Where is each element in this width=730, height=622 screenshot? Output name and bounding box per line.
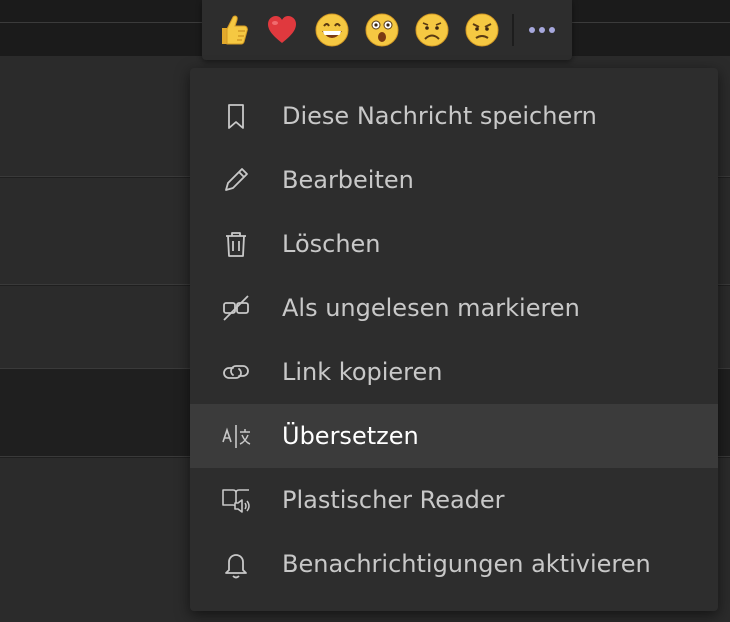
mark-unread-icon	[220, 292, 252, 324]
menu-item-label: Plastischer Reader	[282, 486, 505, 514]
menu-item-copy-link[interactable]: Link kopieren	[190, 340, 718, 404]
angry-emoji-icon[interactable]	[464, 12, 500, 48]
menu-item-translate[interactable]: Übersetzen	[190, 404, 718, 468]
bell-icon	[220, 548, 252, 580]
menu-item-immersive-reader[interactable]: Plastischer Reader	[190, 468, 718, 532]
menu-item-label: Benachrichtigungen aktivieren	[282, 550, 651, 578]
sad-emoji-icon[interactable]	[414, 12, 450, 48]
menu-item-label: Link kopieren	[282, 358, 443, 386]
trash-icon	[220, 228, 252, 260]
menu-item-edit[interactable]: Bearbeiten	[190, 148, 718, 212]
menu-item-label: Diese Nachricht speichern	[282, 102, 597, 130]
reaction-separator	[512, 14, 514, 46]
laughing-emoji-icon[interactable]	[314, 12, 350, 48]
menu-item-save-message[interactable]: Diese Nachricht speichern	[190, 84, 718, 148]
menu-item-label: Als ungelesen markieren	[282, 294, 580, 322]
menu-item-label: Bearbeiten	[282, 166, 414, 194]
more-options-icon[interactable]	[522, 12, 566, 48]
link-icon	[220, 356, 252, 388]
menu-item-mark-unread[interactable]: Als ungelesen markieren	[190, 276, 718, 340]
immersive-reader-icon	[220, 484, 252, 516]
bookmark-icon	[220, 100, 252, 132]
translate-icon	[220, 420, 252, 452]
surprised-emoji-icon[interactable]	[364, 12, 400, 48]
thumbs-up-icon[interactable]	[214, 12, 250, 48]
menu-item-label: Übersetzen	[282, 422, 419, 450]
message-context-menu: Diese Nachricht speichern Bearbeiten Lös…	[190, 68, 718, 611]
menu-item-turn-on-notifications[interactable]: Benachrichtigungen aktivieren	[190, 532, 718, 596]
menu-item-delete[interactable]: Löschen	[190, 212, 718, 276]
heart-icon[interactable]	[264, 12, 300, 48]
reaction-bar	[202, 0, 572, 60]
pencil-icon	[220, 164, 252, 196]
menu-item-label: Löschen	[282, 230, 381, 258]
